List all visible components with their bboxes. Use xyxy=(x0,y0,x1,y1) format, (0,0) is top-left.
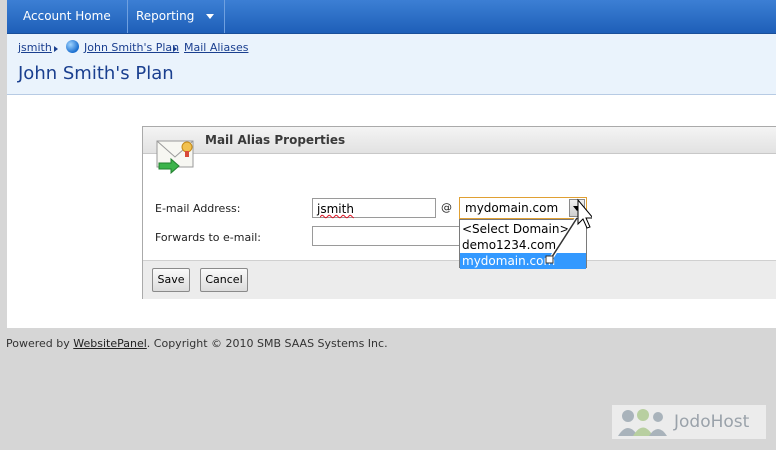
top-navigation: Account Home Reporting xyxy=(7,0,776,34)
breadcrumb-plan[interactable]: John Smith's Plan xyxy=(84,41,179,54)
mail-alias-icon xyxy=(156,140,194,175)
breadcrumb-separator-icon xyxy=(54,46,58,52)
footer-prefix: Powered by xyxy=(6,337,74,350)
nav-reporting-label: Reporting xyxy=(136,9,195,23)
breadcrumb-mail-aliases[interactable]: Mail Aliases xyxy=(184,41,248,54)
footer-copyright: Powered by WebsitePanel. Copyright © 201… xyxy=(6,337,388,350)
watermark: JodoHost xyxy=(612,405,766,439)
email-address-input[interactable]: jsmith xyxy=(312,198,436,218)
people-logo-icon xyxy=(618,409,667,436)
panel-title: Mail Alias Properties xyxy=(205,133,346,147)
websitepanel-link[interactable]: WebsitePanel xyxy=(73,337,147,350)
email-address-value: jsmith xyxy=(317,202,354,216)
breadcrumb-jsmith[interactable]: jsmith xyxy=(18,41,52,54)
forwards-to-label: Forwards to e-mail: xyxy=(155,231,262,244)
watermark-text: JodoHost xyxy=(674,412,750,432)
nav-account-home-label: Account Home xyxy=(23,9,111,23)
page-title: John Smith's Plan xyxy=(18,63,174,84)
nav-account-home[interactable]: Account Home xyxy=(7,0,128,33)
save-button[interactable]: Save xyxy=(152,268,190,292)
footer-suffix: . Copyright © 2010 SMB SAAS Systems Inc. xyxy=(146,337,388,350)
nav-reporting[interactable]: Reporting xyxy=(120,0,226,33)
page-header: jsmith John Smith's Plan Mail Aliases Jo… xyxy=(7,34,776,95)
mouse-cursor-icon xyxy=(545,198,592,264)
forwards-to-input[interactable] xyxy=(312,226,460,246)
at-sign: @ xyxy=(441,201,452,214)
globe-icon xyxy=(66,40,79,53)
chevron-down-icon xyxy=(206,14,215,19)
panel-header: Mail Alias Properties xyxy=(143,127,776,154)
email-address-label: E-mail Address: xyxy=(155,202,241,215)
breadcrumb-separator-icon xyxy=(173,46,177,52)
cancel-button[interactable]: Cancel xyxy=(200,268,248,292)
